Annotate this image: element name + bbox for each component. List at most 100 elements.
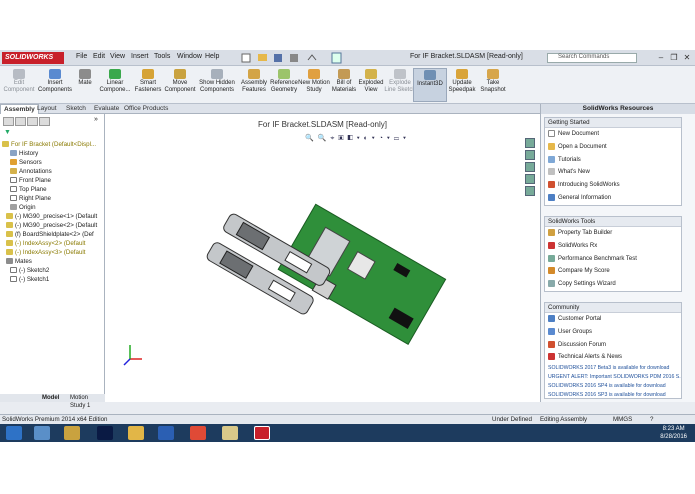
- menu-help[interactable]: Help: [205, 53, 219, 60]
- explode-line-sketch-button[interactable]: Explode Line Sketch: [383, 68, 417, 102]
- tab-model[interactable]: Model: [42, 394, 59, 402]
- user-groups-icon: [548, 327, 555, 335]
- folder-icon[interactable]: [128, 426, 144, 440]
- news-item[interactable]: SOLIDWORKS 2016 SP4 is available for dow…: [545, 382, 681, 391]
- linear-component-pattern-button[interactable]: Linear Compone...: [98, 68, 132, 102]
- solidworks-taskbar-icon[interactable]: [254, 426, 270, 440]
- insert-components-button[interactable]: Insert Components: [38, 68, 72, 102]
- user-groups-link[interactable]: User Groups: [545, 326, 681, 339]
- introducing-solidworks-link[interactable]: Introducing SolidWorks: [545, 179, 681, 192]
- tab-layout[interactable]: Layout: [34, 104, 60, 114]
- search-commands-input[interactable]: Search Commands: [547, 53, 637, 63]
- copy-settings-wizard-link[interactable]: Copy Settings Wizard: [545, 278, 681, 291]
- discussion-forum-link[interactable]: Discussion Forum: [545, 339, 681, 352]
- news-item[interactable]: SOLIDWORKS 2017 Beta3 is available for d…: [545, 364, 681, 373]
- tree-item-boardshieldplate[interactable]: (f) BoardShieldplate<2> (Def: [0, 230, 105, 239]
- tree-item-indexassy-2[interactable]: (-) IndexAssy<2> (Default: [0, 239, 105, 248]
- tree-item-mates[interactable]: Mates: [0, 257, 105, 266]
- show-hidden-components-button[interactable]: Show Hidden Components: [198, 68, 236, 102]
- explorer-icon[interactable]: [222, 426, 238, 440]
- property-tab-builder-link[interactable]: Property Tab Builder: [545, 227, 681, 240]
- start-icon[interactable]: [6, 426, 22, 440]
- tab-motion-study[interactable]: Motion Study 1: [70, 394, 105, 410]
- filter-icon[interactable]: ▼: [4, 129, 11, 136]
- news-item[interactable]: SOLIDWORKS 2016 SP3 is available for dow…: [545, 391, 681, 400]
- quick-access-toolbar[interactable]: [240, 52, 350, 64]
- bill-of-materials-icon: [338, 69, 350, 79]
- system-clock[interactable]: 8:23 AM 8/28/2016: [660, 425, 687, 441]
- minimize-button[interactable]: –: [655, 52, 667, 63]
- benchmark-icon: [548, 254, 555, 262]
- menu-edit[interactable]: Edit: [93, 53, 105, 60]
- property-manager-tab-icon[interactable]: [15, 117, 26, 126]
- edit-component-button[interactable]: Edit Component: [2, 68, 36, 102]
- tree-item-sketch2[interactable]: (-) Sketch2: [0, 266, 105, 275]
- technical-alerts-link[interactable]: Technical Alerts & News: [545, 351, 681, 364]
- tab-evaluate[interactable]: Evaluate: [91, 104, 122, 114]
- assembly-features-button[interactable]: Assembly Features: [237, 68, 271, 102]
- tree-item-top-plane[interactable]: Top Plane: [0, 185, 105, 194]
- word-icon[interactable]: [158, 426, 174, 440]
- feature-tree-tab-icon[interactable]: [3, 117, 14, 126]
- section-title[interactable]: SolidWorks Tools: [545, 217, 681, 227]
- tree-item-origin[interactable]: Origin: [0, 203, 105, 212]
- general-information-link[interactable]: General Information: [545, 192, 681, 205]
- clock-date: 8/28/2016: [660, 434, 687, 440]
- close-button[interactable]: ✕: [681, 52, 693, 63]
- tree-item-indexassy-3[interactable]: (-) IndexAssy<3> (Default: [0, 248, 105, 257]
- display-manager-tab-icon[interactable]: [39, 117, 50, 126]
- tree-item-root[interactable]: For IF Bracket (Default<Displ...: [0, 140, 105, 149]
- expand-panel-icon[interactable]: »: [94, 116, 98, 123]
- assembly-model[interactable]: [105, 114, 540, 402]
- media-player-icon[interactable]: [64, 426, 80, 440]
- file-explorer-icon[interactable]: [34, 426, 50, 440]
- configuration-manager-tab-icon[interactable]: [27, 117, 38, 126]
- restore-button[interactable]: ❐: [668, 52, 680, 63]
- tab-office-products[interactable]: Office Products: [121, 104, 171, 114]
- menu-window[interactable]: Window: [177, 53, 202, 60]
- news-item[interactable]: URGENT ALERT: Important SOLIDWORKS PDM 2…: [545, 373, 681, 382]
- tutorials-link[interactable]: Tutorials: [545, 154, 681, 167]
- performance-benchmark-link[interactable]: Performance Benchmark Test: [545, 253, 681, 266]
- photoshop-icon[interactable]: [97, 426, 113, 440]
- tree-item-mg90-2[interactable]: (-) MG90_precise<2> (Default: [0, 221, 105, 230]
- instant3d-button[interactable]: Instant3D: [413, 68, 447, 102]
- menu-insert[interactable]: Insert: [131, 53, 149, 60]
- copy-settings-icon: [548, 280, 555, 288]
- take-snapshot-button[interactable]: Take Snapshot: [476, 68, 510, 102]
- graphics-area[interactable]: For IF Bracket.SLDASM [Read-only] 🔍 🔍 ⌖ …: [105, 114, 540, 402]
- menu-tools[interactable]: Tools: [154, 53, 170, 60]
- tree-item-right-plane[interactable]: Right Plane: [0, 194, 105, 203]
- reference-geometry-button[interactable]: Reference Geometry: [267, 68, 301, 102]
- tree-item-history[interactable]: History: [0, 149, 105, 158]
- tree-item-sensors[interactable]: Sensors: [0, 158, 105, 167]
- menu-file[interactable]: File: [76, 53, 87, 60]
- tutorials-icon: [548, 155, 555, 163]
- smart-fasteners-button[interactable]: Smart Fasteners: [131, 68, 165, 102]
- solidworks-rx-link[interactable]: SolidWorks Rx: [545, 240, 681, 253]
- tab-assembly[interactable]: Assembly: [0, 104, 39, 114]
- mate-button[interactable]: Mate: [72, 68, 98, 102]
- section-title[interactable]: Getting Started: [545, 118, 681, 128]
- tree-item-sketch1[interactable]: (-) Sketch1: [0, 275, 105, 284]
- section-title[interactable]: Community: [545, 303, 681, 313]
- menu-view[interactable]: View: [110, 53, 125, 60]
- new-motion-study-button[interactable]: New Motion Study: [297, 68, 331, 102]
- update-speedpak-button[interactable]: Update Speedpak: [445, 68, 479, 102]
- status-bar: SolidWorks Premium 2014 x64 Edition Unde…: [0, 414, 695, 424]
- tree-item-mg90-1[interactable]: (-) MG90_precise<1> (Default: [0, 212, 105, 221]
- task-pane: SolidWorks Resources Getting Started New…: [540, 104, 695, 402]
- compare-my-score-link[interactable]: Compare My Score: [545, 265, 681, 278]
- customer-portal-link[interactable]: Customer Portal: [545, 313, 681, 326]
- new-document-link[interactable]: New Document: [545, 128, 681, 141]
- feature-manager-tabs: [3, 117, 63, 127]
- document-title: For IF Bracket.SLDASM [Read-only]: [410, 53, 523, 60]
- whats-new-link[interactable]: What's New: [545, 166, 681, 179]
- open-document-link[interactable]: Open a Document: [545, 141, 681, 154]
- move-component-button[interactable]: Move Component: [163, 68, 197, 102]
- tree-item-front-plane[interactable]: Front Plane: [0, 176, 105, 185]
- solidworks-logo[interactable]: SOLIDWORKS: [2, 52, 64, 64]
- tree-item-annotations[interactable]: Annotations: [0, 167, 105, 176]
- chrome-icon[interactable]: [190, 426, 206, 440]
- tab-sketch[interactable]: Sketch: [63, 104, 89, 114]
